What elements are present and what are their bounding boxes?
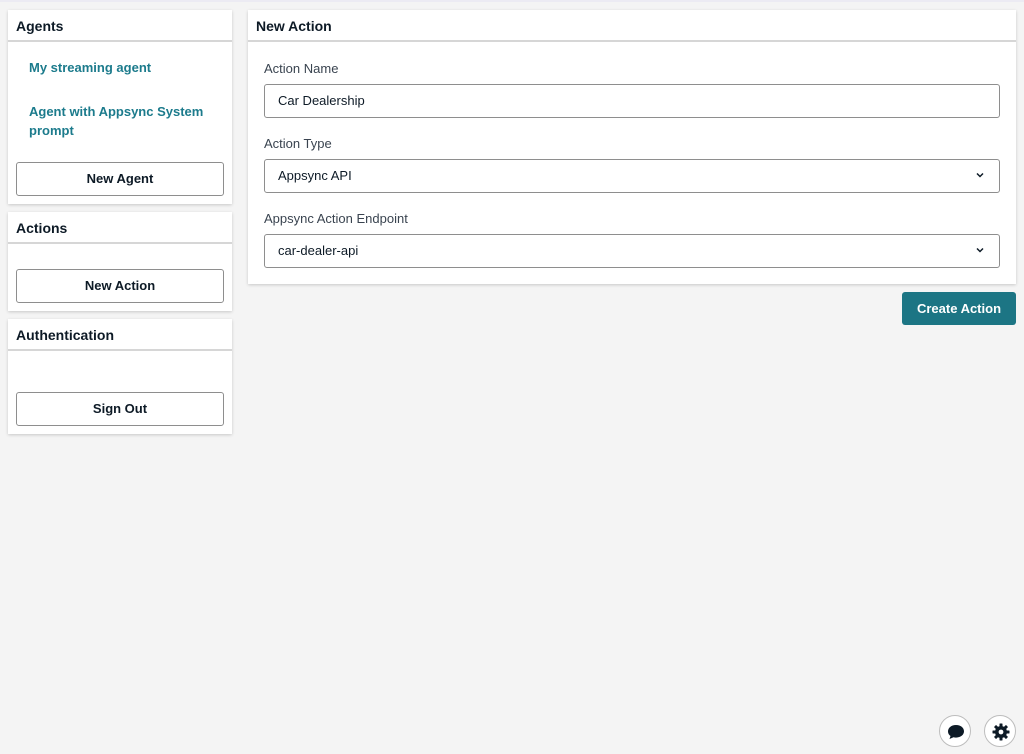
- top-border: [0, 0, 1024, 2]
- action-type-select[interactable]: Appsync API: [264, 159, 1000, 193]
- authentication-panel-title: Authentication: [8, 319, 232, 351]
- settings-button[interactable]: [984, 715, 1016, 747]
- actions-panel-title: Actions: [8, 212, 232, 244]
- new-action-button[interactable]: New Action: [16, 269, 224, 303]
- endpoint-select[interactable]: car-dealer-api: [264, 234, 1000, 268]
- endpoint-value: car-dealer-api: [278, 243, 359, 258]
- new-action-form: New Action Action Name Car Dealership Ac…: [248, 10, 1016, 284]
- agents-panel: Agents My streaming agent Agent with App…: [8, 10, 232, 204]
- gear-icon: [992, 723, 1010, 741]
- agent-link-appsync-system-prompt[interactable]: Agent with Appsync System prompt: [29, 102, 219, 140]
- actions-panel: Actions New Action: [8, 212, 232, 311]
- endpoint-label: Appsync Action Endpoint: [264, 211, 408, 226]
- action-name-label: Action Name: [264, 61, 339, 76]
- action-type-label: Action Type: [264, 136, 332, 151]
- action-type-value: Appsync API: [278, 168, 352, 183]
- agent-link-my-streaming-agent[interactable]: My streaming agent: [29, 58, 209, 77]
- authentication-panel: Authentication Sign Out: [8, 319, 232, 434]
- create-action-button[interactable]: Create Action: [902, 292, 1016, 325]
- chevron-down-icon: [976, 172, 984, 178]
- chat-bubble-icon: [948, 725, 964, 739]
- action-name-input[interactable]: Car Dealership: [264, 84, 1000, 118]
- agents-panel-title: Agents: [8, 10, 232, 42]
- chevron-down-icon: [976, 247, 984, 253]
- new-agent-button[interactable]: New Agent: [16, 162, 224, 196]
- chat-button[interactable]: [939, 715, 971, 747]
- new-action-title: New Action: [248, 10, 1016, 42]
- sign-out-button[interactable]: Sign Out: [16, 392, 224, 426]
